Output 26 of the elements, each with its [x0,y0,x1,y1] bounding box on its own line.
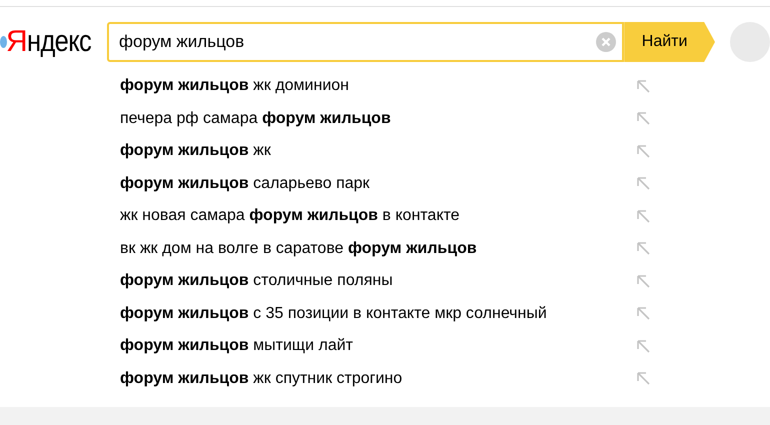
clear-icon[interactable] [596,32,616,52]
arrow-up-left-icon[interactable] [637,372,650,386]
arrow-up-left-icon[interactable] [637,340,650,353]
logo-first-letter: Я [6,27,27,57]
suggestion-item[interactable]: форум жильцов мытищи лайт [120,334,637,358]
arrow-up-left-icon[interactable] [637,144,650,158]
search-field[interactable]: форум жильцов [107,22,624,62]
arrow-up-left-icon[interactable] [637,177,650,190]
suggestion-item[interactable]: печера рф самара форум жильцов [120,106,637,131]
suggestion-item[interactable]: вк жк дом на волге в саратове форум жильцов [120,236,637,261]
arrow-up-left-icon[interactable] [637,80,650,93]
suggestion-item[interactable]: форум жильцов столичные поляны [120,269,637,294]
arrow-up-left-icon[interactable] [637,307,650,320]
logo-text: ндекс [26,27,92,57]
suggestion-item[interactable]: жк новая самара форум жильцов в контакте [120,204,637,228]
suggestion-item[interactable]: форум жильцов с 35 позиции в контакте мкр солнечный [120,302,637,326]
arrow-up-left-icon[interactable] [637,210,650,223]
suggestion-item[interactable]: форум жильцов жк доминион [120,74,637,98]
arrow-up-left-icon[interactable] [637,274,650,288]
search-text: форум жильцов [119,31,246,54]
suggestion-item[interactable]: форум жильцов жк спутник строгино [120,366,637,391]
search-button[interactable]: Найти [624,22,715,62]
arrow-up-left-icon[interactable] [637,112,650,126]
arrow-up-left-icon[interactable] [637,242,650,256]
suggestion-item[interactable]: форум жильцов саларьево парк [120,172,637,196]
suggestion-item[interactable]: форум жильцов жк [120,139,637,164]
